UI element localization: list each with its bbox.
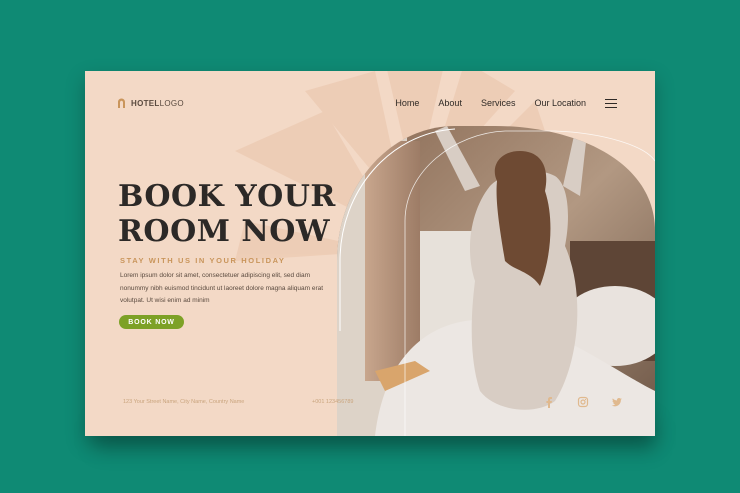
hero-title: BOOK YOUR ROOM NOW [118,179,336,249]
footer-phone: +001 123456789 [312,399,354,405]
hero-body-text: Lorem ipsum dolor sit amet, consectetuer… [120,272,324,304]
hamburger-menu-icon[interactable] [605,98,617,108]
hotel-logo[interactable]: HOTELLOGO [117,98,184,108]
nav-about[interactable]: About [438,98,462,108]
nav-our-location[interactable]: Our Location [534,98,586,108]
book-now-button[interactable]: BOOK NOW [119,315,184,329]
facebook-icon[interactable] [543,395,555,408]
landing-page-card: HOTELLOGO Home About Services Our Locati… [85,71,655,436]
nav-services[interactable]: Services [481,98,516,108]
hero-title-line-2: ROOM NOW [118,214,331,249]
instagram-icon[interactable] [577,395,589,408]
nav-home[interactable]: Home [395,98,419,108]
footer-address: 123 Your Street Name, City Name, Country… [123,399,245,405]
main-nav: Home About Services Our Location [395,98,617,108]
logo-text: HOTELLOGO [131,98,184,108]
hero-photo [337,126,655,436]
hero-subtitle: STAY WITH US IN YOUR HOLIDAY [120,256,286,265]
twitter-icon[interactable] [611,395,623,407]
hero-title-line-1: BOOK YOUR [118,179,336,214]
social-links [543,395,623,408]
arch-logo-icon [118,98,125,108]
